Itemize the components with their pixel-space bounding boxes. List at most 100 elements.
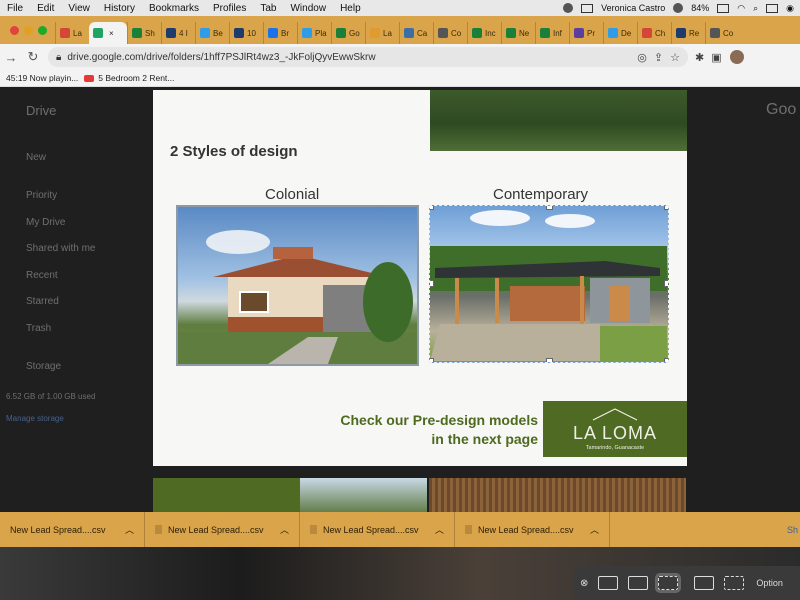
capture-screen-icon[interactable] bbox=[598, 576, 619, 590]
menu-window[interactable]: Window bbox=[290, 3, 326, 14]
search-icon[interactable]: ⌕ bbox=[753, 3, 758, 14]
resize-handle[interactable] bbox=[546, 206, 553, 210]
bookmark-item[interactable]: 45:19 Now playin... bbox=[6, 73, 78, 83]
chevron-up-icon[interactable]: ︿ bbox=[125, 523, 134, 536]
browser-tab[interactable]: Pr bbox=[569, 22, 603, 44]
download-item[interactable]: New Lead Spread....csv ︿ bbox=[145, 512, 300, 547]
browser-tab[interactable]: Co bbox=[705, 22, 739, 44]
display-icon[interactable] bbox=[581, 3, 594, 13]
tab-favicon-icon bbox=[574, 28, 584, 38]
tab-label: Co bbox=[451, 28, 462, 38]
browser-tab[interactable]: Re bbox=[671, 22, 705, 44]
record-icon[interactable] bbox=[563, 3, 574, 13]
browser-tab[interactable]: Pla bbox=[297, 22, 331, 44]
side-panel-icon[interactable]: ▣ bbox=[711, 51, 721, 64]
options-button[interactable]: Option bbox=[756, 578, 783, 588]
bookmark-label: 5 Bedroom 2 Rent... bbox=[98, 73, 175, 83]
address-url[interactable]: drive.google.com/drive/folders/1hff7PSJl… bbox=[67, 52, 630, 63]
browser-tab[interactable]: Ch bbox=[637, 22, 671, 44]
file-icon bbox=[465, 525, 472, 534]
show-all-link[interactable]: Sh bbox=[787, 525, 798, 535]
resize-handle[interactable] bbox=[664, 280, 668, 287]
new-button[interactable]: New bbox=[26, 152, 46, 163]
back-icon[interactable]: → bbox=[0, 50, 22, 65]
browser-tab[interactable]: Inc bbox=[467, 22, 501, 44]
close-tab-icon[interactable]: × bbox=[109, 29, 114, 38]
menu-tab[interactable]: Tab bbox=[260, 3, 276, 14]
close-icon[interactable]: ⊗ bbox=[580, 578, 588, 589]
resize-handle[interactable] bbox=[430, 358, 434, 362]
nav-priority[interactable]: Priority bbox=[26, 190, 57, 201]
lens-icon[interactable]: ◎ bbox=[637, 51, 647, 64]
chevron-up-icon[interactable]: ︿ bbox=[435, 523, 444, 536]
menu-view[interactable]: View bbox=[68, 3, 90, 14]
browser-tab[interactable]: La bbox=[55, 22, 89, 44]
download-label: New Lead Spread....csv bbox=[10, 524, 106, 535]
browser-tab[interactable]: La bbox=[365, 22, 399, 44]
browser-tab[interactable]: Co bbox=[433, 22, 467, 44]
browser-tab[interactable]: 4 I bbox=[161, 22, 195, 44]
menu-bookmarks[interactable]: Bookmarks bbox=[149, 3, 199, 14]
resize-handle[interactable] bbox=[664, 206, 668, 210]
battery-icon[interactable] bbox=[717, 3, 730, 13]
chevron-up-icon[interactable]: ︿ bbox=[590, 523, 599, 536]
nav-shared[interactable]: Shared with me bbox=[26, 243, 95, 254]
chevron-up-icon[interactable]: ︿ bbox=[280, 523, 289, 536]
manage-storage-link[interactable]: Manage storage bbox=[6, 414, 64, 423]
siri-icon[interactable]: ◉ bbox=[786, 3, 794, 14]
resize-handle[interactable] bbox=[546, 358, 553, 362]
download-item[interactable]: New Lead Spread....csv ︿ bbox=[0, 512, 145, 547]
wifi-icon[interactable]: ◠ bbox=[737, 3, 745, 14]
minimize-window-icon[interactable] bbox=[24, 26, 33, 35]
drive-brand: Drive bbox=[26, 103, 57, 118]
bookmark-item[interactable]: 5 Bedroom 2 Rent... bbox=[84, 73, 174, 83]
menu-history[interactable]: History bbox=[104, 3, 135, 14]
tab-active[interactable]: × bbox=[89, 22, 127, 44]
tab-favicon-icon bbox=[608, 28, 618, 38]
reload-icon[interactable]: ↻ bbox=[22, 49, 44, 65]
profile-avatar[interactable] bbox=[729, 50, 744, 64]
browser-tab[interactable]: Sh bbox=[127, 22, 161, 44]
contemporary-house-photo[interactable] bbox=[429, 205, 669, 363]
record-selection-icon[interactable] bbox=[724, 576, 745, 590]
resize-handle[interactable] bbox=[430, 206, 434, 210]
menu-help[interactable]: Help bbox=[340, 3, 361, 14]
browser-tab[interactable]: Ne bbox=[501, 22, 535, 44]
menu-file[interactable]: File bbox=[7, 3, 23, 14]
resize-handle[interactable] bbox=[430, 280, 434, 287]
address-bar[interactable]: 🔒︎ drive.google.com/drive/folders/1hff7P… bbox=[48, 47, 688, 67]
user-name[interactable]: Veronica Castro bbox=[601, 3, 665, 13]
tab-favicon-icon bbox=[370, 28, 380, 38]
browser-tab[interactable]: Ca bbox=[399, 22, 433, 44]
profile-icon[interactable] bbox=[673, 3, 684, 13]
download-item[interactable]: New Lead Spread....csv ︿ bbox=[455, 512, 610, 547]
bookmark-star-icon[interactable]: ☆ bbox=[670, 51, 680, 64]
browser-tab[interactable]: 10 bbox=[229, 22, 263, 44]
google-brand: Goo bbox=[766, 101, 797, 118]
nav-starred[interactable]: Starred bbox=[26, 296, 59, 307]
nav-my-drive[interactable]: My Drive bbox=[26, 217, 65, 228]
capture-selection-icon[interactable] bbox=[655, 573, 682, 593]
file-icon bbox=[155, 525, 162, 534]
extensions-icon[interactable]: ✱ bbox=[695, 51, 704, 64]
browser-tab[interactable]: Inf bbox=[535, 22, 569, 44]
nav-recent[interactable]: Recent bbox=[26, 270, 58, 281]
menu-edit[interactable]: Edit bbox=[37, 3, 54, 14]
browser-tab[interactable]: Go bbox=[331, 22, 365, 44]
browser-tab[interactable]: De bbox=[603, 22, 637, 44]
share-icon[interactable]: ⇪ bbox=[654, 51, 663, 64]
lock-icon[interactable]: 🔒︎ bbox=[56, 52, 61, 63]
nav-storage[interactable]: Storage bbox=[26, 361, 61, 372]
resize-handle[interactable] bbox=[664, 358, 668, 362]
control-center-icon[interactable] bbox=[766, 3, 779, 13]
tab-label: Ch bbox=[655, 28, 666, 38]
browser-tab[interactable]: Be bbox=[195, 22, 229, 44]
zoom-window-icon[interactable] bbox=[38, 26, 47, 35]
menu-profiles[interactable]: Profiles bbox=[213, 3, 246, 14]
nav-trash[interactable]: Trash bbox=[26, 323, 51, 334]
capture-window-icon[interactable] bbox=[628, 576, 649, 590]
browser-tab[interactable]: Br bbox=[263, 22, 297, 44]
download-item[interactable]: New Lead Spread....csv ︿ bbox=[300, 512, 455, 547]
close-window-icon[interactable] bbox=[10, 26, 19, 35]
record-screen-icon[interactable] bbox=[694, 576, 715, 590]
